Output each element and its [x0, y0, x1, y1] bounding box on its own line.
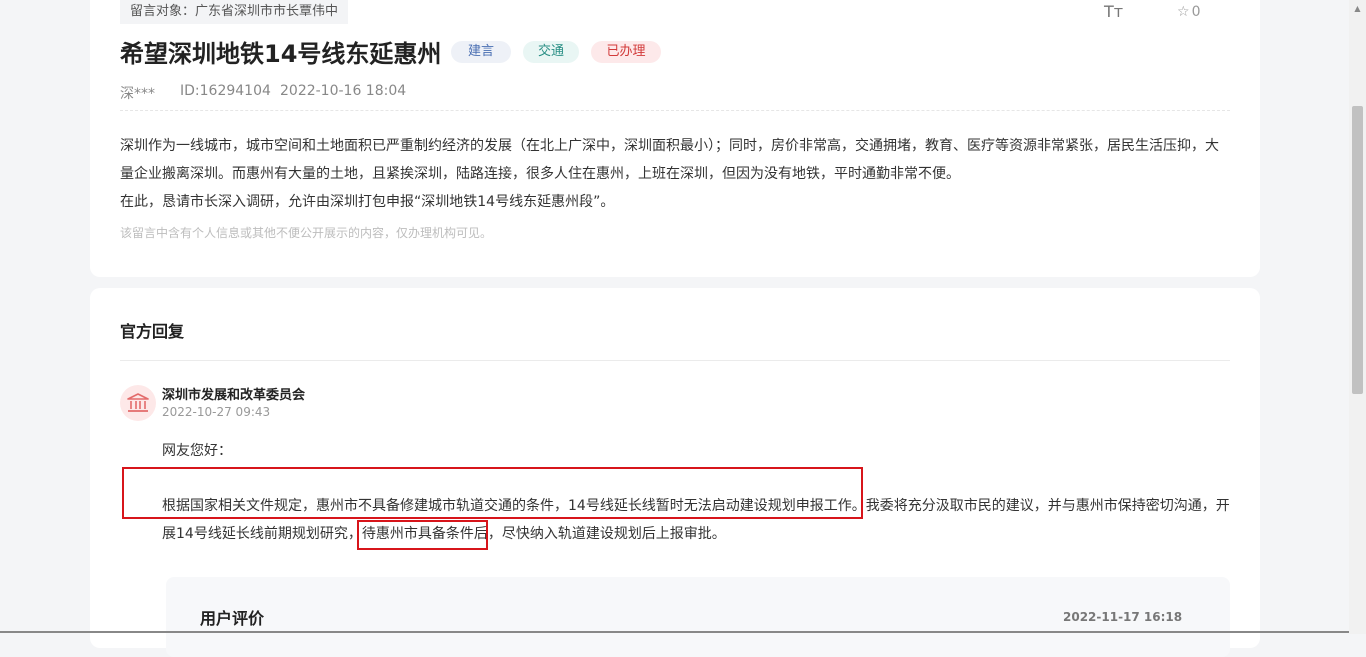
author: 深*** — [120, 86, 155, 102]
reply-time: 2022-10-27 09:43 — [162, 405, 271, 419]
tag-status: 已办理 — [591, 41, 661, 63]
scroll-up-icon[interactable]: ▲ — [1349, 0, 1366, 17]
font-size-icon[interactable]: Tт — [1104, 2, 1123, 21]
message-target: 留言对象：广东省深圳市市长覃伟中 — [120, 0, 349, 24]
message-paragraph: 深圳作为一线城市，城市空间和土地面积已严重制约经济的发展（在北上广深中，深圳面积… — [120, 138, 1219, 182]
divider — [0, 631, 1349, 633]
vertical-scrollbar[interactable]: ▲ — [1349, 0, 1366, 634]
government-building-icon — [120, 385, 156, 421]
reply-heading: 官方回复 — [120, 322, 185, 341]
divider — [120, 110, 1230, 111]
reply-org-name: 深圳市发展和改革委员会 — [162, 388, 306, 403]
reply-greeting: 网友您好： — [162, 443, 232, 459]
message-body: 深圳作为一线城市，城市空间和土地面积已严重制约经济的发展（在北上广深中，深圳面积… — [120, 132, 1232, 216]
privacy-notice: 该留言中含有个人信息或其他不便公开展示的内容，仅办理机构可见。 — [120, 226, 493, 240]
message-id: ID:16294104 — [180, 83, 271, 99]
tag-suggestion: 建言 — [451, 41, 511, 63]
favorite-button[interactable]: ☆ 0 — [1177, 4, 1200, 20]
scrollbar-thumb[interactable] — [1352, 106, 1363, 394]
favorite-count: 0 — [1191, 4, 1201, 20]
star-icon: ☆ — [1177, 4, 1190, 20]
message-time: 2022-10-16 18:04 — [280, 83, 407, 99]
highlight-box — [122, 467, 863, 519]
evaluation-time: 2022-11-17 16:18 — [1063, 610, 1183, 624]
message-paragraph: 在此，恳请市长深入调研，允许由深圳打包申报“深圳地铁14号线东延惠州段”。 — [120, 194, 615, 210]
divider — [120, 360, 1230, 361]
page-title: 希望深圳地铁14号线东延惠州 — [120, 40, 442, 68]
highlight-box — [357, 520, 488, 550]
tag-traffic: 交通 — [523, 41, 579, 63]
evaluation-heading: 用户评价 — [200, 609, 265, 628]
